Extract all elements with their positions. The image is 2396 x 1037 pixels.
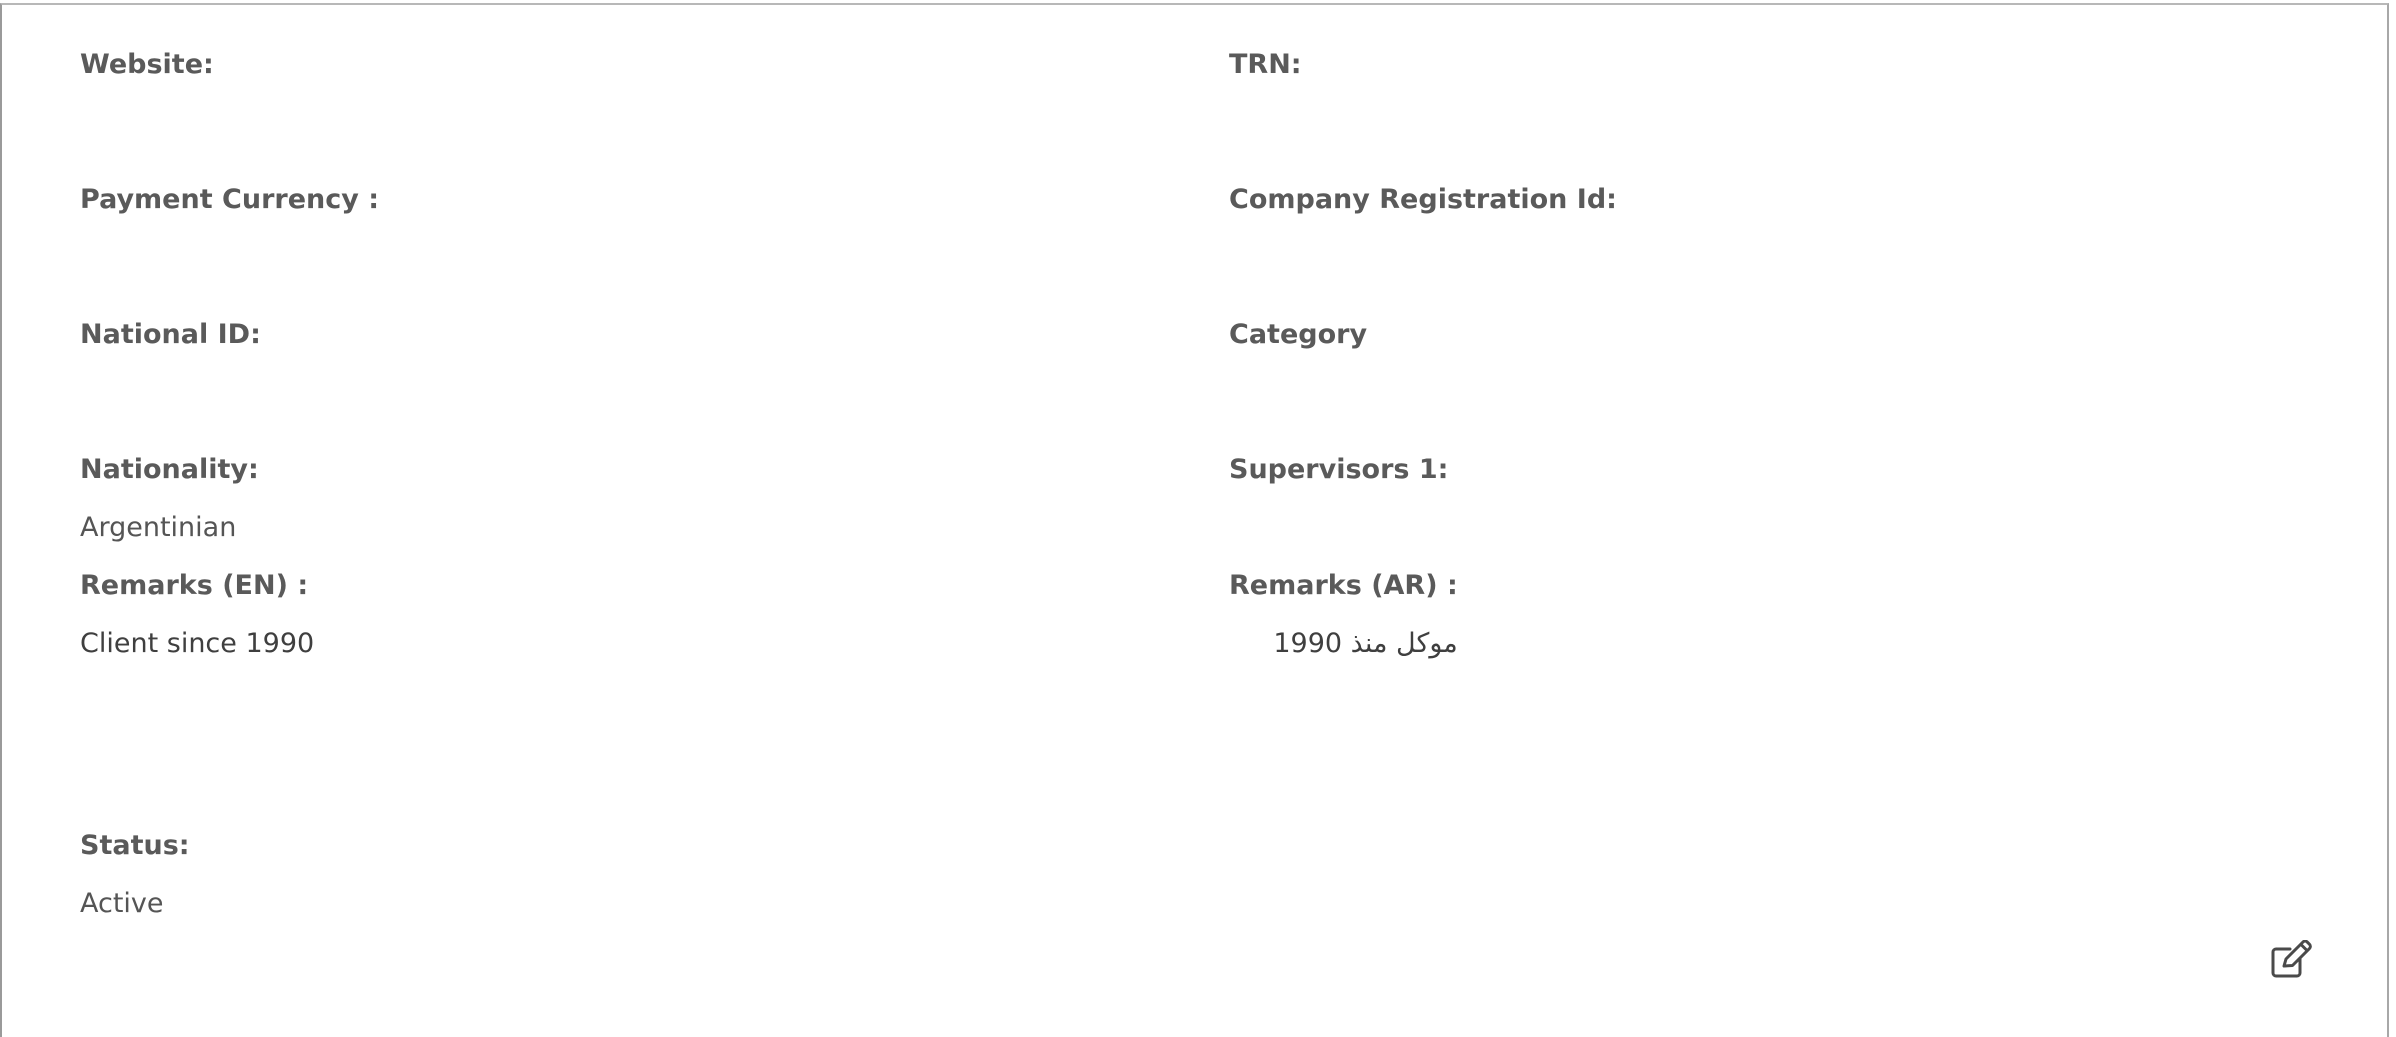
remarks-ar-label: Remarks (AR) : xyxy=(1229,570,1458,601)
remarks-en-field: Remarks (EN) : Client since 1990 xyxy=(80,570,314,660)
status-field: Status: Active xyxy=(80,830,190,920)
payment-currency-label: Payment Currency : xyxy=(80,184,380,215)
remarks-en-label: Remarks (EN) : xyxy=(80,570,309,601)
edit-icon xyxy=(2271,940,2312,978)
trn-label: TRN: xyxy=(1229,49,1302,80)
nationality-value: Argentinian xyxy=(80,512,237,543)
remarks-en-value: Client since 1990 xyxy=(80,628,315,659)
national-id-label: National ID: xyxy=(80,319,261,350)
supervisors-field: Supervisors 1: xyxy=(1229,454,1448,486)
company-registration-id-label: Company Registration Id: xyxy=(1229,184,1617,215)
supervisors-label: Supervisors 1: xyxy=(1229,454,1449,485)
edit-button[interactable] xyxy=(2270,940,2314,980)
payment-currency-field: Payment Currency : xyxy=(80,184,379,216)
national-id-field: National ID: xyxy=(80,319,261,351)
status-value: Active xyxy=(80,888,164,919)
client-details-panel: Website: Payment Currency : National ID:… xyxy=(0,3,2389,1037)
remarks-ar-field: Remarks (AR) : موكل منذ 1990 xyxy=(1229,570,1458,660)
nationality-label: Nationality: xyxy=(80,454,259,485)
category-label: Category xyxy=(1229,319,1368,350)
website-label: Website: xyxy=(80,49,214,80)
company-registration-id-field: Company Registration Id: xyxy=(1229,184,1617,216)
website-field: Website: xyxy=(80,49,214,81)
category-field: Category xyxy=(1229,319,1367,351)
nationality-field: Nationality: Argentinian xyxy=(80,454,259,544)
trn-field: TRN: xyxy=(1229,49,1302,81)
remarks-ar-value: موكل منذ 1990 xyxy=(1273,628,1458,659)
status-label: Status: xyxy=(80,830,190,861)
